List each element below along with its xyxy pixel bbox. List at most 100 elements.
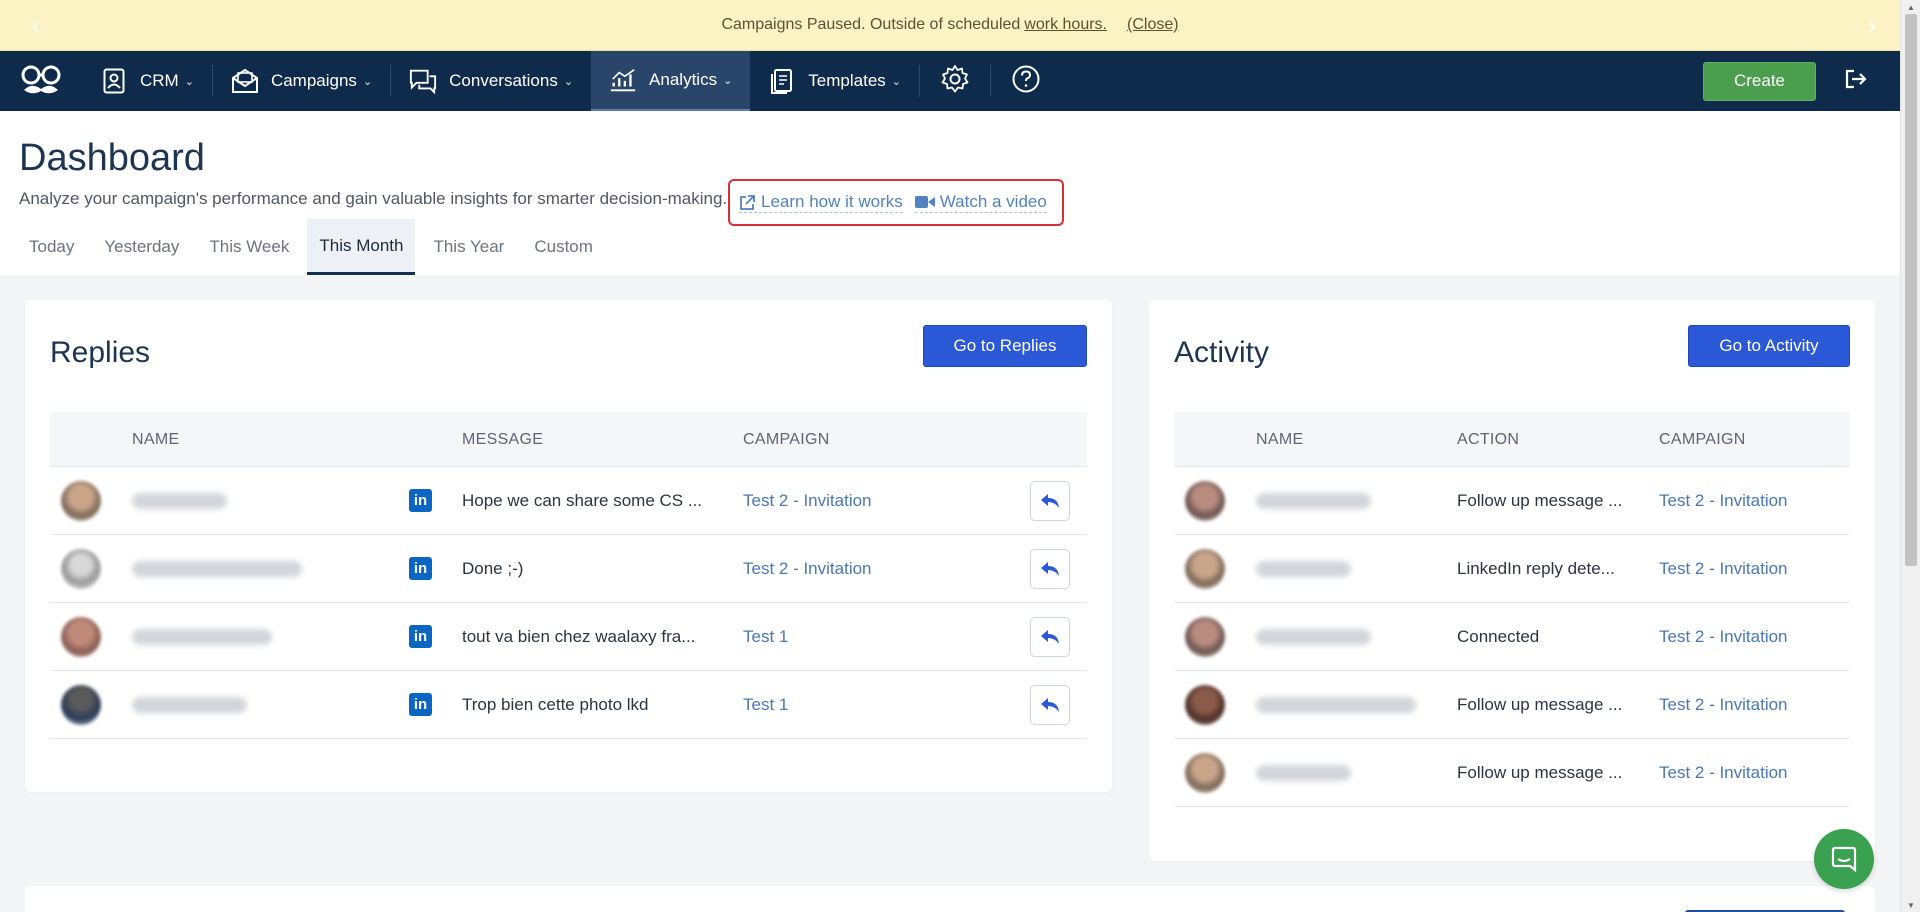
gear-icon: [940, 64, 970, 99]
avatar: [61, 617, 101, 657]
nav-conversations[interactable]: Conversations ⌄: [391, 51, 591, 111]
nav-templates[interactable]: Templates ⌄: [750, 51, 919, 111]
campaign-link[interactable]: Test 1: [743, 603, 788, 671]
status-banner: ‹ Campaigns Paused. Outside of scheduled…: [0, 0, 1900, 51]
watch-a-video-link[interactable]: Watch a video: [914, 192, 1047, 213]
contact-name: [1256, 697, 1416, 713]
campaign-link[interactable]: Test 2 - Invitation: [743, 535, 872, 603]
campaign-link[interactable]: Test 2 - Invitation: [743, 467, 872, 535]
help-button[interactable]: [991, 51, 1061, 111]
replies-card: Replies Go to Replies NAME MESSAGE CAMPA…: [25, 300, 1112, 792]
reply-arrow-icon: [1041, 698, 1059, 712]
column-name: NAME: [132, 430, 180, 448]
campaign-link[interactable]: Test 1: [743, 671, 788, 739]
nav-campaigns[interactable]: Campaigns ⌄: [213, 51, 390, 111]
tab-this-month[interactable]: This Month: [307, 219, 416, 275]
page-title: Dashboard: [19, 137, 205, 179]
activity-action: Follow up message ...: [1457, 763, 1623, 782]
settings-button[interactable]: [920, 51, 990, 111]
reply-message: Hope we can share some CS ...: [462, 491, 703, 510]
nav-templates-label: Templates: [808, 71, 886, 90]
page-header: Dashboard Analyze your campaign's perfor…: [0, 111, 1900, 275]
table-row[interactable]: in Done ;-) Test 2 - Invitation: [50, 535, 1087, 603]
waalaxy-logo-icon[interactable]: [0, 51, 82, 111]
contact-name: [1256, 493, 1371, 509]
avatar: [1185, 481, 1225, 521]
campaign-link[interactable]: Test 2 - Invitation: [1659, 671, 1788, 739]
learn-how-it-works-link[interactable]: Learn how it works: [739, 192, 903, 213]
campaign-link[interactable]: Test 2 - Invitation: [1659, 535, 1788, 603]
contact-name: [1256, 561, 1351, 577]
activity-action: LinkedIn reply dete...: [1457, 559, 1615, 578]
table-row[interactable]: Follow up message ... Test 2 - Invitatio…: [1174, 467, 1850, 535]
reply-button[interactable]: [1030, 481, 1070, 521]
linkedin-icon: in: [409, 693, 432, 716]
column-campaign: CAMPAIGN: [1659, 430, 1746, 448]
tab-this-week[interactable]: This Week: [197, 219, 301, 275]
table-row[interactable]: in Hope we can share some CS ... Test 2 …: [50, 467, 1087, 535]
chevron-down-icon: ⌄: [184, 75, 194, 88]
table-row[interactable]: in tout va bien chez waalaxy fra... Test…: [50, 603, 1087, 671]
scroll-up-icon[interactable]: ▲: [1901, 0, 1920, 14]
avatar: [1185, 753, 1225, 793]
learn-link-label: Learn how it works: [761, 192, 903, 211]
document-icon: [768, 67, 796, 95]
nav-crm-label: CRM: [140, 71, 179, 90]
tab-yesterday[interactable]: Yesterday: [92, 219, 191, 275]
go-to-replies-button[interactable]: Go to Replies: [923, 325, 1087, 367]
chevron-right-icon[interactable]: ›: [1852, 0, 1892, 51]
video-link-label: Watch a video: [939, 192, 1047, 211]
scrollbar-thumb[interactable]: [1905, 14, 1917, 566]
tab-this-year[interactable]: This Year: [421, 219, 516, 275]
avatar: [61, 481, 101, 521]
campaign-link[interactable]: Test 2 - Invitation: [1659, 603, 1788, 671]
table-row[interactable]: in Trop bien cette photo lkd Test 1: [50, 671, 1087, 739]
replies-table: NAME MESSAGE CAMPAIGN in Hope we can sha…: [50, 412, 1087, 739]
support-chat-button[interactable]: [1814, 829, 1874, 889]
top-navbar: CRM ⌄ Campaigns ⌄ Conversations ⌄ Analyt…: [0, 51, 1900, 111]
reply-message: tout va bien chez waalaxy fra...: [462, 627, 696, 646]
activity-action: Connected: [1457, 627, 1540, 646]
external-link-icon: [740, 194, 755, 210]
tab-today[interactable]: Today: [17, 219, 86, 275]
avatar: [1185, 549, 1225, 589]
replies-table-header: NAME MESSAGE CAMPAIGN: [50, 412, 1087, 467]
reply-button[interactable]: [1030, 549, 1070, 589]
reply-message: Trop bien cette photo lkd: [462, 695, 649, 714]
contact-name: [132, 493, 227, 509]
table-row[interactable]: Connected Test 2 - Invitation: [1174, 603, 1850, 671]
reply-button[interactable]: [1030, 685, 1070, 725]
chevron-down-icon: ⌄: [723, 74, 733, 87]
contact-card-icon: [100, 67, 128, 95]
replies-title: Replies: [50, 336, 151, 369]
nav-analytics[interactable]: Analytics ⌄: [591, 51, 751, 111]
tab-custom[interactable]: Custom: [522, 219, 605, 275]
table-row[interactable]: Follow up message ... Test 2 - Invitatio…: [1174, 671, 1850, 739]
chat-bubbles-icon: [409, 67, 437, 95]
go-to-activity-button[interactable]: Go to Activity: [1688, 325, 1850, 367]
column-action: ACTION: [1457, 430, 1520, 448]
linkedin-icon: in: [409, 625, 432, 648]
next-section-card: [25, 886, 1875, 912]
logout-button[interactable]: [1836, 51, 1876, 111]
table-row[interactable]: LinkedIn reply dete... Test 2 - Invitati…: [1174, 535, 1850, 603]
campaign-link[interactable]: Test 2 - Invitation: [1659, 467, 1788, 535]
chevron-down-icon: ⌄: [563, 75, 574, 88]
activity-table-header: NAME ACTION CAMPAIGN: [1174, 412, 1850, 467]
date-range-tabs: Today Yesterday This Week This Month Thi…: [17, 219, 611, 275]
campaign-link[interactable]: Test 2 - Invitation: [1659, 739, 1788, 807]
reply-button[interactable]: [1030, 617, 1070, 657]
chevron-left-icon[interactable]: ‹: [16, 0, 56, 51]
nav-analytics-label: Analytics: [649, 70, 718, 89]
scroll-down-icon[interactable]: ▼: [1901, 898, 1920, 912]
page-scrollbar[interactable]: ▲ ▼: [1900, 0, 1920, 912]
table-row[interactable]: Follow up message ... Test 2 - Invitatio…: [1174, 739, 1850, 807]
create-button[interactable]: Create: [1703, 61, 1816, 101]
work-hours-link[interactable]: work hours.: [1024, 16, 1107, 34]
contact-name: [1256, 765, 1351, 781]
banner-close-link[interactable]: (Close): [1127, 16, 1179, 34]
nav-crm[interactable]: CRM ⌄: [82, 51, 212, 111]
video-camera-icon: [914, 196, 935, 208]
activity-title: Activity: [1174, 336, 1270, 369]
nav-conversations-label: Conversations: [449, 71, 558, 90]
